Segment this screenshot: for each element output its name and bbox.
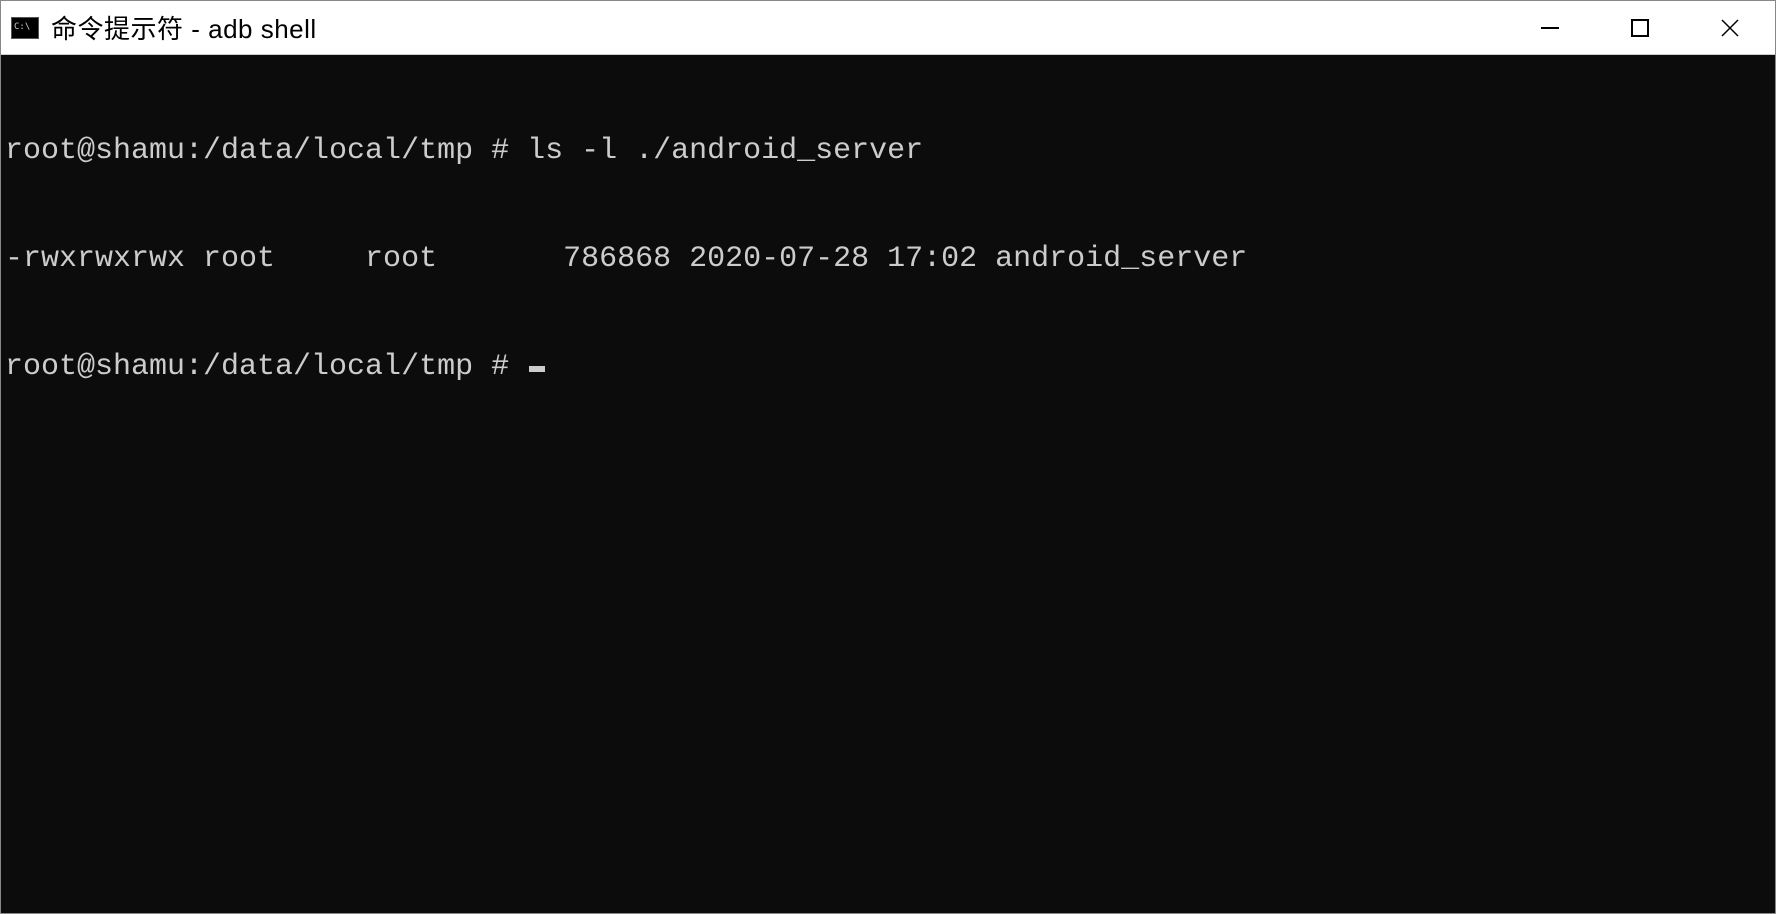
- window-controls: [1505, 1, 1775, 54]
- cmd-icon: C:\: [11, 17, 39, 39]
- minimize-button[interactable]: [1505, 1, 1595, 54]
- cmd-icon-text: C:\: [14, 23, 30, 32]
- terminal-prompt-line: root@shamu:/data/local/tmp #: [5, 349, 1771, 385]
- cursor: [529, 366, 545, 372]
- terminal-line: -rwxrwxrwx root root 786868 2020-07-28 1…: [5, 241, 1771, 277]
- minimize-icon: [1541, 27, 1559, 29]
- terminal-line: root@shamu:/data/local/tmp # ls -l ./and…: [5, 133, 1771, 169]
- titlebar[interactable]: C:\ 命令提示符 - adb shell: [1, 1, 1775, 55]
- terminal-prompt-text: root@shamu:/data/local/tmp #: [5, 350, 527, 384]
- maximize-button[interactable]: [1595, 1, 1685, 54]
- maximize-icon: [1631, 19, 1649, 37]
- window-title: 命令提示符 - adb shell: [51, 9, 317, 46]
- close-button[interactable]: [1685, 1, 1775, 54]
- window: C:\ 命令提示符 - adb shell root@shamu:/data/l…: [0, 0, 1776, 914]
- terminal-area[interactable]: root@shamu:/data/local/tmp # ls -l ./and…: [1, 55, 1775, 913]
- close-icon: [1720, 18, 1740, 38]
